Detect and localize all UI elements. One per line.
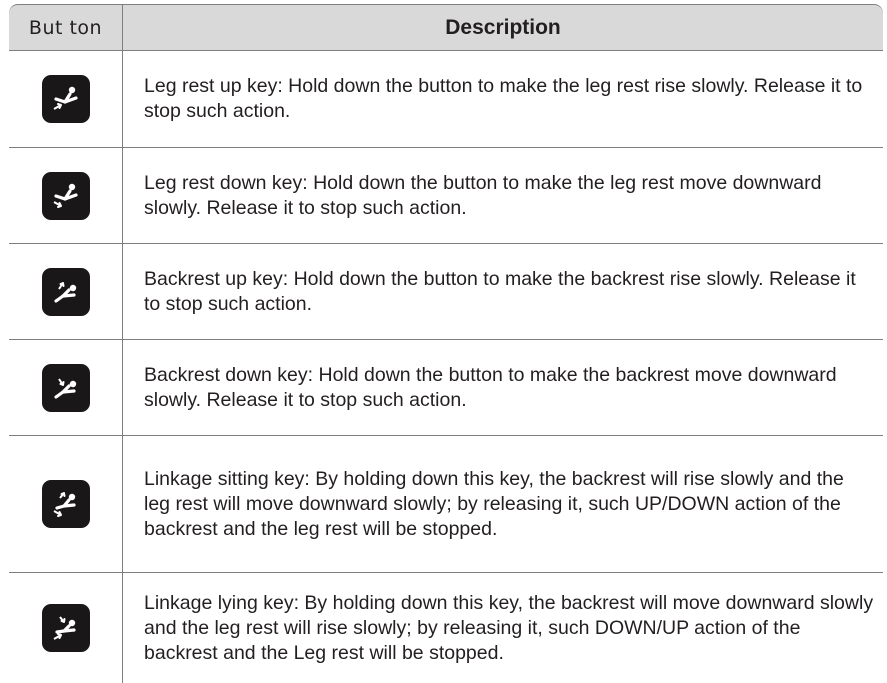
row-description: Leg rest down key: Hold down the button …: [144, 171, 822, 219]
button-cell: [9, 573, 123, 683]
backrest-up-icon: [53, 281, 76, 303]
leg-rest-up-key: [41, 75, 90, 123]
button-cell: [9, 436, 123, 572]
header-button-column: But ton: [9, 5, 123, 50]
row-description: Linkage lying key: By holding down this …: [144, 591, 874, 664]
backrest-down-key: [41, 363, 90, 412]
linkage-lying-key: [41, 604, 90, 652]
table-row: Linkage sitting key: By holding down thi…: [9, 436, 883, 573]
table-row: Leg rest down key: Hold down the button …: [9, 148, 883, 244]
table-row: Backrest up key: Hold down the button to…: [9, 244, 883, 340]
button-cell: [9, 340, 123, 435]
row-description: Leg rest up key: Hold down the button to…: [144, 75, 863, 122]
table-row: Backrest down key: Hold down the button …: [9, 340, 883, 436]
linkage-sitting-key: [41, 480, 90, 528]
table-header: But ton Description: [9, 4, 883, 51]
table-row: Leg rest up key: Hold down the button to…: [9, 51, 883, 148]
button-cell: [9, 148, 123, 243]
row-description: Backrest up key: Hold down the button to…: [144, 267, 856, 315]
button-cell: [9, 244, 123, 339]
backrest-down-icon: [53, 377, 76, 399]
leg-rest-down-key: [41, 171, 90, 220]
row-description: Linkage sitting key: By holding down thi…: [144, 467, 844, 540]
button-cell: [9, 51, 123, 147]
leg-rest-down-icon: [53, 183, 78, 208]
leg-rest-up-icon: [53, 86, 78, 110]
backrest-up-key: [41, 267, 90, 316]
header-description-column: Description: [445, 15, 561, 39]
linkage-sitting-icon: [53, 492, 76, 517]
row-description: Backrest down key: Hold down the button …: [144, 363, 837, 411]
button-description-table: But ton Description Leg rest up key: Hol…: [9, 4, 883, 683]
linkage-lying-icon: [53, 616, 76, 640]
table-row: Linkage lying key: By holding down this …: [9, 573, 883, 683]
